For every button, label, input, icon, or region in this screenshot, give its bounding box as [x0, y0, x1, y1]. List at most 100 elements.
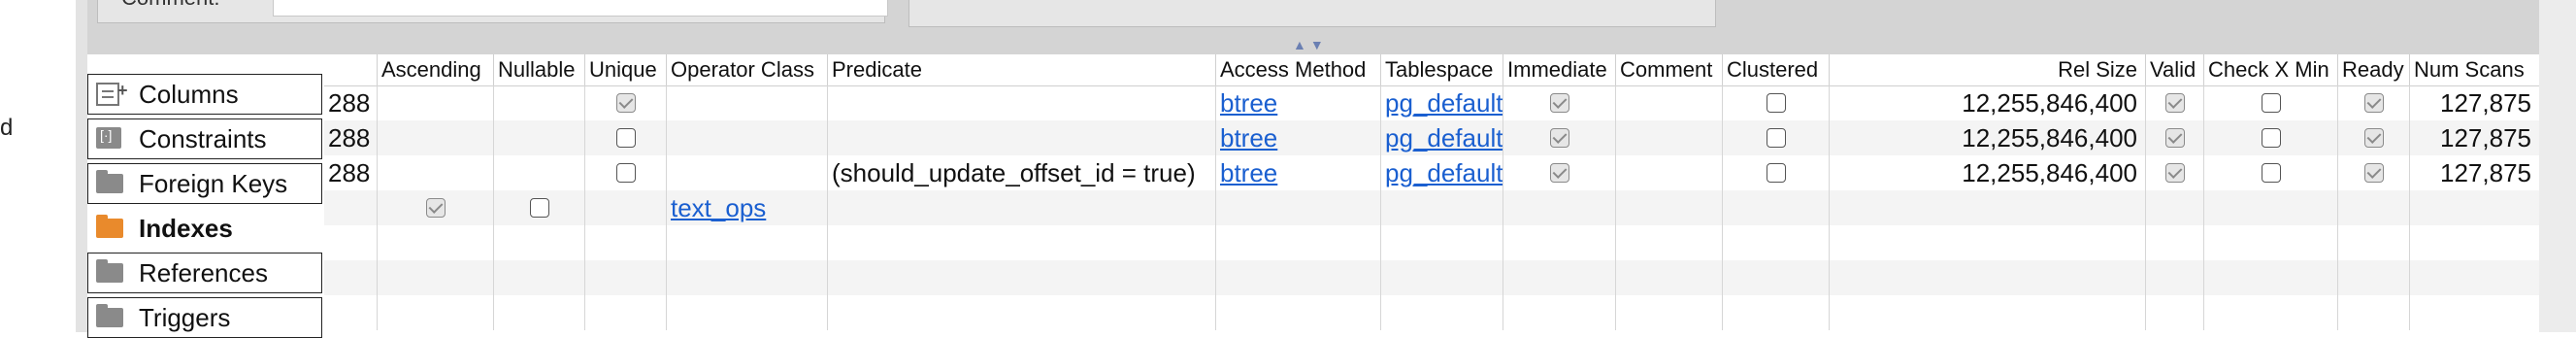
- sidebar-item-label: Triggers: [139, 302, 231, 332]
- empty-row: [324, 225, 2539, 260]
- cell: [1380, 190, 1503, 225]
- check-x-min-checkbox[interactable]: [2203, 85, 2337, 120]
- column-header-rel-size[interactable]: Rel Size: [1829, 54, 2145, 85]
- table-row[interactable]: text_ops: [324, 190, 2539, 225]
- sidebar-item-constraints[interactable]: Constraints: [87, 118, 322, 159]
- column-header-operator-class[interactable]: Operator Class: [666, 54, 827, 85]
- table-header: Ascending Nullable Unique Operator Class…: [324, 54, 2539, 86]
- ready-checkbox[interactable]: [2337, 155, 2409, 190]
- rel-size-cell: 12,255,846,400: [1829, 120, 2145, 155]
- column-header-comment[interactable]: Comment: [1615, 54, 1722, 85]
- comment-cell: [1615, 155, 1722, 190]
- comment-cell: [1615, 120, 1722, 155]
- comment-label: Comment:: [121, 0, 219, 11]
- cell: [666, 155, 827, 190]
- access-method-link[interactable]: btree: [1215, 85, 1380, 120]
- sidebar-item-label: Foreign Keys: [139, 168, 288, 198]
- cell: [2409, 190, 2539, 225]
- cell: [1829, 190, 2145, 225]
- details-box: [908, 0, 1716, 27]
- access-method-link[interactable]: btree: [1215, 155, 1380, 190]
- unique-checkbox[interactable]: [584, 155, 666, 190]
- left-pane-fragment: d: [0, 0, 76, 332]
- ready-checkbox[interactable]: [2337, 120, 2409, 155]
- sidebar-item-label: References: [139, 257, 268, 287]
- valid-checkbox[interactable]: [2145, 85, 2203, 120]
- cell: [1215, 190, 1380, 225]
- window-margin: [2539, 0, 2576, 332]
- cell: 288: [328, 123, 371, 152]
- sidebar-item-indexes[interactable]: Indexes: [87, 208, 322, 249]
- nullable-checkbox[interactable]: [493, 190, 584, 225]
- cell: [666, 85, 827, 120]
- cell: [377, 155, 493, 190]
- sidebar-item-label: Constraints: [139, 123, 267, 153]
- indexes-table: Ascending Nullable Unique Operator Class…: [324, 54, 2539, 332]
- comment-field[interactable]: [273, 0, 888, 17]
- empty-row: [324, 260, 2539, 295]
- immediate-checkbox[interactable]: [1503, 120, 1615, 155]
- columns-icon: +: [96, 81, 128, 106]
- column-header[interactable]: [324, 54, 377, 85]
- check-x-min-checkbox[interactable]: [2203, 120, 2337, 155]
- column-header-valid[interactable]: Valid: [2145, 54, 2203, 85]
- folder-icon: [96, 170, 123, 195]
- sidebar-item-label: Indexes: [139, 213, 233, 243]
- unique-checkbox[interactable]: [584, 85, 666, 120]
- check-x-min-checkbox[interactable]: [2203, 155, 2337, 190]
- clustered-checkbox[interactable]: [1722, 85, 1829, 120]
- column-header-num-scans[interactable]: Num Scans: [2409, 54, 2539, 85]
- clustered-checkbox[interactable]: [1722, 155, 1829, 190]
- predicate-cell: [827, 120, 1215, 155]
- cell: [2337, 190, 2409, 225]
- column-header-ascending[interactable]: Ascending: [377, 54, 493, 85]
- tablespace-link[interactable]: pg_default: [1380, 85, 1503, 120]
- sidebar-item-foreign-keys[interactable]: Foreign Keys: [87, 163, 322, 204]
- tablespace-link[interactable]: pg_default: [1380, 120, 1503, 155]
- column-header-unique[interactable]: Unique: [584, 54, 666, 85]
- panel-edge: [76, 0, 87, 332]
- column-header-check-x-min[interactable]: Check X Min: [2203, 54, 2337, 85]
- cell: [666, 120, 827, 155]
- valid-checkbox[interactable]: [2145, 120, 2203, 155]
- column-header-clustered[interactable]: Clustered: [1722, 54, 1829, 85]
- table-row[interactable]: 288 btree pg_default 12,255,846,400 127,…: [324, 85, 2539, 120]
- structure-sidebar: + Columns Constraints Foreign Keys Index…: [87, 74, 322, 338]
- cell: [827, 190, 1215, 225]
- rel-size-cell: 12,255,846,400: [1829, 85, 2145, 120]
- constraints-icon: [96, 127, 123, 151]
- column-header-predicate[interactable]: Predicate: [827, 54, 1215, 85]
- column-header-ready[interactable]: Ready: [2337, 54, 2409, 85]
- clustered-checkbox[interactable]: [1722, 120, 1829, 155]
- splitter-handle-icon[interactable]: ▲▼: [1293, 37, 1328, 52]
- column-header-immediate[interactable]: Immediate: [1503, 54, 1615, 85]
- column-header-access-method[interactable]: Access Method: [1215, 54, 1380, 85]
- cell: 288: [328, 158, 371, 187]
- valid-checkbox[interactable]: [2145, 155, 2203, 190]
- cell: [493, 120, 584, 155]
- cell: [1503, 190, 1615, 225]
- table-row[interactable]: 288 btree pg_default 12,255,846,400 127,…: [324, 120, 2539, 155]
- access-method-link[interactable]: btree: [1215, 120, 1380, 155]
- cell: [493, 85, 584, 120]
- sidebar-item-references[interactable]: References: [87, 253, 322, 293]
- column-header-nullable[interactable]: Nullable: [493, 54, 584, 85]
- cell: [2145, 190, 2203, 225]
- predicate-cell: (should_update_offset_id = true): [827, 155, 1215, 190]
- immediate-checkbox[interactable]: [1503, 155, 1615, 190]
- tablespace-link[interactable]: pg_default: [1380, 155, 1503, 190]
- table-row[interactable]: 288 (should_update_offset_id = true) btr…: [324, 155, 2539, 190]
- folder-icon: [96, 259, 123, 285]
- ready-checkbox[interactable]: [2337, 85, 2409, 120]
- cell: [2203, 190, 2337, 225]
- unique-checkbox[interactable]: [584, 120, 666, 155]
- column-header-tablespace[interactable]: Tablespace: [1380, 54, 1503, 85]
- operator-class-link[interactable]: text_ops: [666, 190, 827, 225]
- left-pane-text: d: [0, 115, 14, 141]
- comment-group: Comment:: [97, 0, 888, 23]
- immediate-checkbox[interactable]: [1503, 85, 1615, 120]
- cell: [377, 85, 493, 120]
- cell: [1615, 190, 1722, 225]
- ascending-checkbox[interactable]: [377, 190, 493, 225]
- sidebar-item-columns[interactable]: + Columns: [87, 74, 322, 115]
